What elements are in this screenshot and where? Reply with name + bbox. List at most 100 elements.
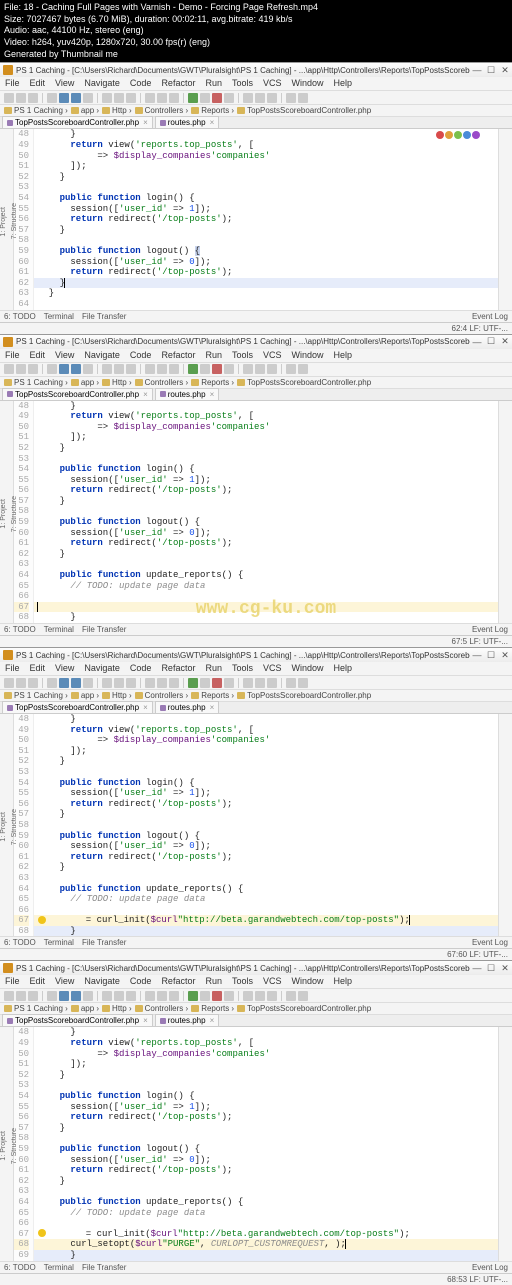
- menu-file[interactable]: File: [0, 349, 25, 362]
- code-line[interactable]: [34, 591, 498, 602]
- code-line[interactable]: [34, 506, 498, 517]
- code-line[interactable]: public function login() {: [34, 193, 498, 204]
- toolbar-button[interactable]: [102, 678, 112, 688]
- menu-vcs[interactable]: VCS: [258, 77, 287, 90]
- inspection-indicators[interactable]: [436, 131, 480, 139]
- code-line[interactable]: [34, 1133, 498, 1144]
- code-line[interactable]: return redirect('/top-posts');: [34, 485, 498, 496]
- menu-refactor[interactable]: Refactor: [156, 662, 200, 675]
- menu-tools[interactable]: Tools: [227, 975, 258, 988]
- menu-file[interactable]: File: [0, 662, 25, 675]
- editor-tab[interactable]: TopPostsScoreboardController.php×: [2, 701, 153, 713]
- breadcrumb-item[interactable]: TopPostsScoreboardController.php: [237, 1004, 371, 1013]
- code-line[interactable]: return view('reports.top_posts', [: [34, 411, 498, 422]
- toolbar-button[interactable]: [267, 364, 277, 374]
- toolbar-button[interactable]: [200, 364, 210, 374]
- code-line[interactable]: return redirect('/top-posts');: [34, 799, 498, 810]
- code-line[interactable]: }: [34, 1250, 498, 1261]
- menu-edit[interactable]: Edit: [25, 662, 51, 675]
- code-line[interactable]: }: [34, 809, 498, 820]
- toolbar-button[interactable]: [47, 364, 57, 374]
- toolbar-button[interactable]: [16, 93, 26, 103]
- code-line[interactable]: return view('reports.top_posts', [: [34, 1038, 498, 1049]
- tool-window-button[interactable]: 1: Project: [0, 1129, 7, 1163]
- code-line[interactable]: [34, 299, 498, 310]
- breadcrumb-item[interactable]: Reports ›: [191, 691, 234, 700]
- toolbar-button[interactable]: [255, 991, 265, 1001]
- breadcrumb-item[interactable]: Reports ›: [191, 1004, 234, 1013]
- breadcrumb-item[interactable]: PS 1 Caching ›: [4, 378, 68, 387]
- code-line[interactable]: public function update_reports() {: [34, 570, 498, 581]
- code-line[interactable]: }: [34, 926, 498, 937]
- code-line[interactable]: return redirect('/top-posts');: [34, 852, 498, 863]
- code-line[interactable]: session(['user_id' => 1]);: [34, 788, 498, 799]
- editor-tab[interactable]: TopPostsScoreboardController.php×: [2, 116, 153, 128]
- tab-close-icon[interactable]: ×: [210, 703, 215, 712]
- toolbar-button[interactable]: [267, 93, 277, 103]
- toolbar-button[interactable]: [126, 93, 136, 103]
- code-line[interactable]: [34, 235, 498, 246]
- menu-tools[interactable]: Tools: [227, 77, 258, 90]
- menu-help[interactable]: Help: [329, 349, 358, 362]
- maximize-button[interactable]: ☐: [484, 336, 498, 348]
- code-line[interactable]: return redirect('/top-posts');: [34, 538, 498, 549]
- code-line[interactable]: }: [34, 496, 498, 507]
- close-button[interactable]: ✕: [498, 962, 512, 974]
- bottom-tab[interactable]: 6: TODO: [4, 938, 36, 947]
- code-line[interactable]: return view('reports.top_posts', [: [34, 140, 498, 151]
- tool-window-button[interactable]: 1: Project: [0, 810, 7, 844]
- code-line[interactable]: [34, 602, 498, 613]
- code-line[interactable]: // TODO: update page data: [34, 894, 498, 905]
- breadcrumb-item[interactable]: Controllers ›: [135, 378, 189, 387]
- code-line[interactable]: public function update_reports() {: [34, 884, 498, 895]
- code-line[interactable]: }: [34, 1123, 498, 1134]
- bottom-tab[interactable]: File Transfer: [82, 1263, 126, 1272]
- code-line[interactable]: [34, 905, 498, 916]
- menu-navigate[interactable]: Navigate: [79, 349, 125, 362]
- toolbar-button[interactable]: [243, 364, 253, 374]
- toolbar-button[interactable]: [59, 991, 69, 1001]
- toolbar-button[interactable]: [212, 364, 222, 374]
- code-line[interactable]: [34, 182, 498, 193]
- toolbar-button[interactable]: [126, 364, 136, 374]
- menu-view[interactable]: View: [50, 975, 79, 988]
- editor-tab[interactable]: TopPostsScoreboardController.php×: [2, 1014, 153, 1026]
- breadcrumb-item[interactable]: TopPostsScoreboardController.php: [237, 691, 371, 700]
- menu-refactor[interactable]: Refactor: [156, 77, 200, 90]
- toolbar-button[interactable]: [255, 678, 265, 688]
- menu-run[interactable]: Run: [200, 77, 227, 90]
- menu-navigate[interactable]: Navigate: [79, 975, 125, 988]
- toolbar-button[interactable]: [224, 991, 234, 1001]
- toolbar-button[interactable]: [157, 991, 167, 1001]
- code-line[interactable]: }: [34, 443, 498, 454]
- toolbar-button[interactable]: [59, 93, 69, 103]
- bottom-tab[interactable]: File Transfer: [82, 312, 126, 321]
- editor-tab[interactable]: routes.php×: [155, 116, 219, 128]
- editor-tab[interactable]: routes.php×: [155, 388, 219, 400]
- toolbar-button[interactable]: [145, 678, 155, 688]
- code-line[interactable]: [34, 454, 498, 465]
- breadcrumb-item[interactable]: Controllers ›: [135, 691, 189, 700]
- toolbar-button[interactable]: [4, 678, 14, 688]
- code-line[interactable]: session(['user_id' => 0]);: [34, 1155, 498, 1166]
- maximize-button[interactable]: ☐: [484, 962, 498, 974]
- event-log-button[interactable]: Event Log: [472, 938, 508, 947]
- code-line[interactable]: => $display_companies'companies': [34, 422, 498, 433]
- toolbar-button[interactable]: [83, 678, 93, 688]
- menu-window[interactable]: Window: [287, 662, 329, 675]
- tab-close-icon[interactable]: ×: [143, 703, 148, 712]
- menu-edit[interactable]: Edit: [25, 975, 51, 988]
- close-button[interactable]: ✕: [498, 649, 512, 661]
- close-button[interactable]: ✕: [498, 336, 512, 348]
- toolbar-button[interactable]: [114, 991, 124, 1001]
- code-line[interactable]: [34, 767, 498, 778]
- code-line[interactable]: session(['user_id' => 0]);: [34, 528, 498, 539]
- tab-close-icon[interactable]: ×: [210, 118, 215, 127]
- code-editor[interactable]: } return view('reports.top_posts', [ => …: [34, 714, 498, 936]
- toolbar-button[interactable]: [4, 364, 14, 374]
- toolbar-button[interactable]: [16, 364, 26, 374]
- code-line[interactable]: public function logout() {: [34, 1144, 498, 1155]
- menu-window[interactable]: Window: [287, 77, 329, 90]
- breadcrumb-item[interactable]: Reports ›: [191, 378, 234, 387]
- breadcrumb-item[interactable]: TopPostsScoreboardController.php: [237, 106, 371, 115]
